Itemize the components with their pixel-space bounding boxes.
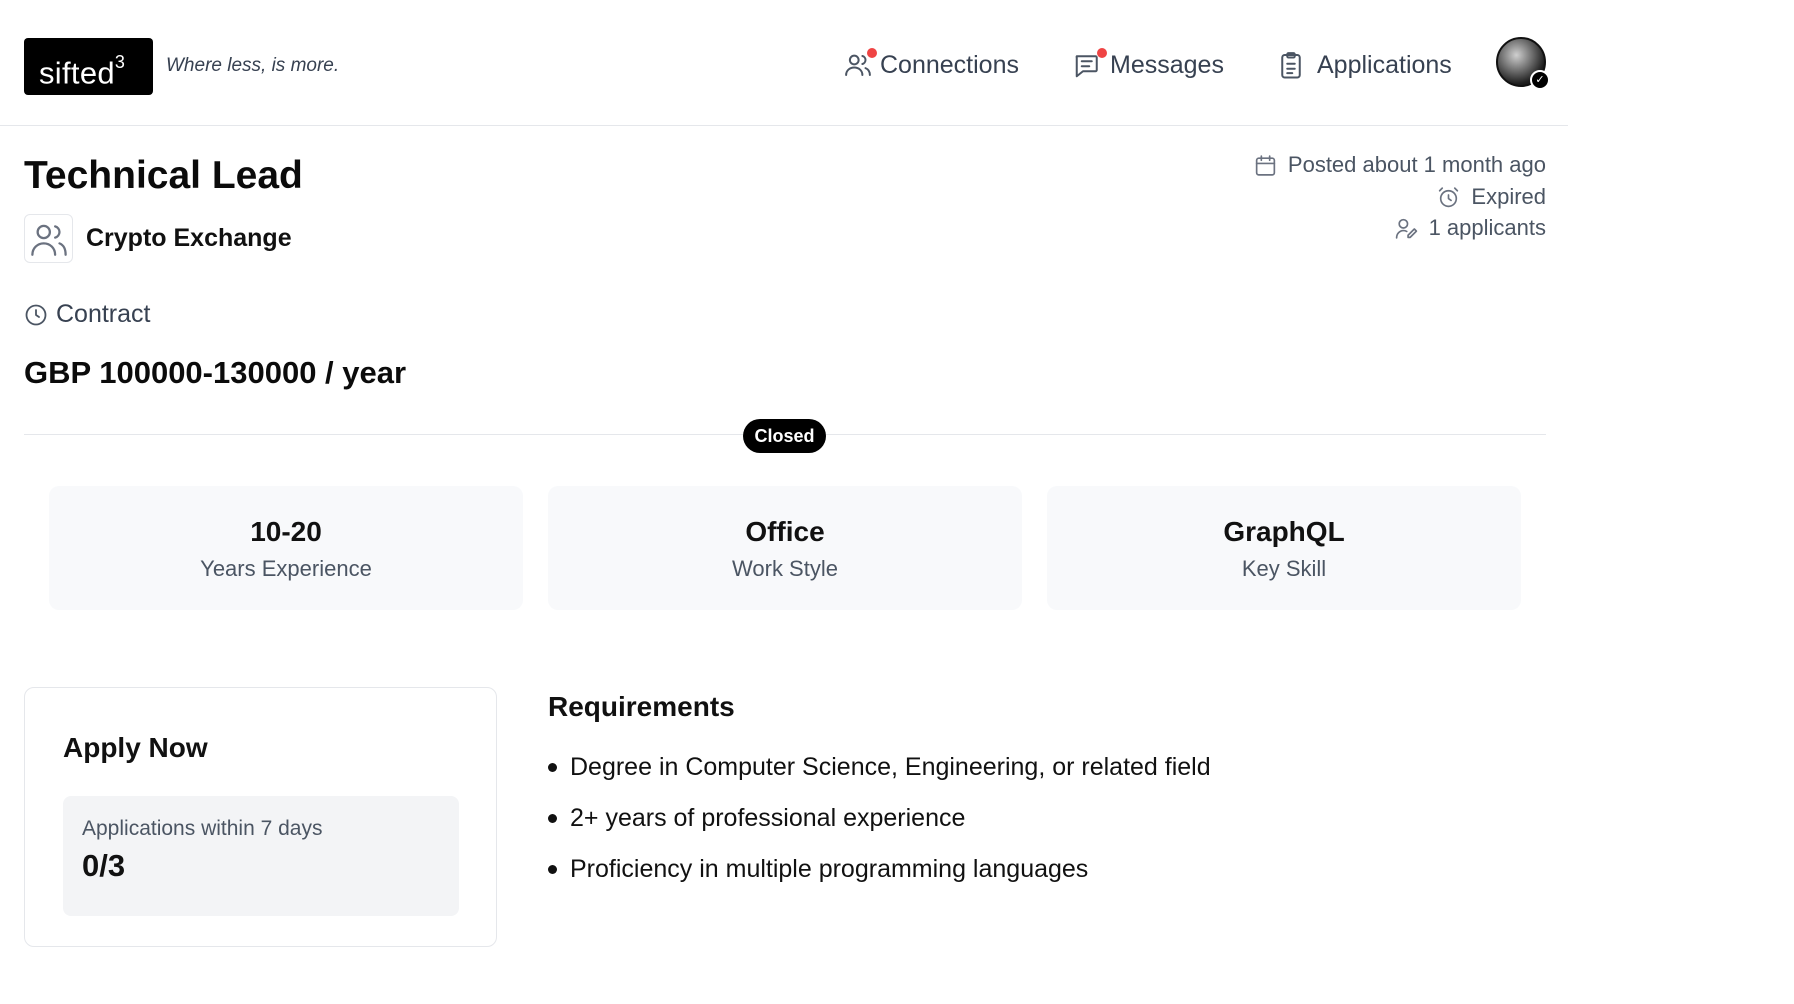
application-limit-box: Applications within 7 days 0/3 bbox=[63, 796, 459, 916]
stat-label: Key Skill bbox=[1241, 556, 1327, 581]
tagline: Where less, is more. bbox=[166, 55, 340, 76]
apply-card: Apply Now Applications within 7 days 0/3 bbox=[24, 687, 497, 947]
requirements-title: Requirements bbox=[548, 691, 735, 722]
stat-label: Years Experience bbox=[200, 556, 372, 581]
contract-text: Contract bbox=[56, 300, 151, 328]
logo-superscript: 3 bbox=[114, 52, 126, 72]
stat-value: Office bbox=[745, 516, 825, 547]
alarm-clock-icon bbox=[1439, 186, 1459, 207]
top-header: sifted3 Where less, is more. Connections… bbox=[0, 0, 1568, 126]
contract-type: Contract bbox=[24, 300, 150, 329]
applicants-text: 1 applicants bbox=[1428, 215, 1546, 240]
nav-applications-label: Applications bbox=[1317, 50, 1452, 79]
stat-card-work-style: Office Work Style bbox=[548, 486, 1022, 610]
clock-icon bbox=[25, 304, 47, 325]
posted-text: Posted about 1 month ago bbox=[1287, 152, 1546, 177]
logo[interactable]: sifted3 bbox=[24, 38, 153, 95]
notification-dot bbox=[1097, 48, 1107, 58]
list-item: 2+ years of professional experience bbox=[548, 801, 1211, 852]
message-icon bbox=[1072, 48, 1107, 81]
nav-connections[interactable]: Connections bbox=[842, 47, 1019, 83]
logo-text: sifted bbox=[39, 55, 115, 91]
posted-date: Posted about 1 month ago bbox=[1253, 152, 1546, 178]
requirements-list: Degree in Computer Science, Engineering,… bbox=[548, 750, 1211, 903]
nav-messages-label: Messages bbox=[1110, 50, 1224, 79]
calendar-icon bbox=[1255, 154, 1276, 176]
stat-value: 10-20 bbox=[250, 516, 322, 547]
stat-card-experience: 10-20 Years Experience bbox=[49, 486, 523, 610]
users-icon bbox=[842, 48, 877, 81]
nav-messages[interactable]: Messages bbox=[1072, 47, 1224, 83]
application-limit-label: Applications within 7 days bbox=[82, 817, 323, 840]
stat-label: Work Style bbox=[732, 556, 838, 581]
expiry-text: Expired bbox=[1471, 184, 1546, 209]
user-edit-icon bbox=[1395, 218, 1417, 239]
expiry-status: Expired bbox=[1436, 184, 1546, 210]
nav-connections-label: Connections bbox=[880, 50, 1019, 79]
notification-dot bbox=[867, 48, 877, 58]
applicants-count: 1 applicants bbox=[1394, 215, 1546, 241]
application-limit-count: 0/3 bbox=[82, 848, 126, 883]
list-item: Proficiency in multiple programming lang… bbox=[548, 852, 1211, 903]
apply-title: Apply Now bbox=[63, 732, 208, 763]
stat-value: GraphQL bbox=[1223, 516, 1345, 547]
list-item: Degree in Computer Science, Engineering,… bbox=[548, 750, 1211, 801]
stat-card-key-skill: GraphQL Key Skill bbox=[1047, 486, 1521, 610]
company-logo bbox=[24, 214, 73, 263]
job-title: Technical Lead bbox=[24, 154, 303, 197]
verified-check-icon: ✓ bbox=[1530, 70, 1550, 90]
nav-applications[interactable]: Applications bbox=[1275, 47, 1452, 83]
salary: GBP 100000-130000 / year bbox=[24, 355, 407, 390]
status-badge: Closed bbox=[743, 419, 826, 453]
company-name[interactable]: Crypto Exchange bbox=[86, 224, 292, 253]
company-users-icon bbox=[30, 224, 67, 256]
clipboard-icon bbox=[1275, 49, 1307, 81]
